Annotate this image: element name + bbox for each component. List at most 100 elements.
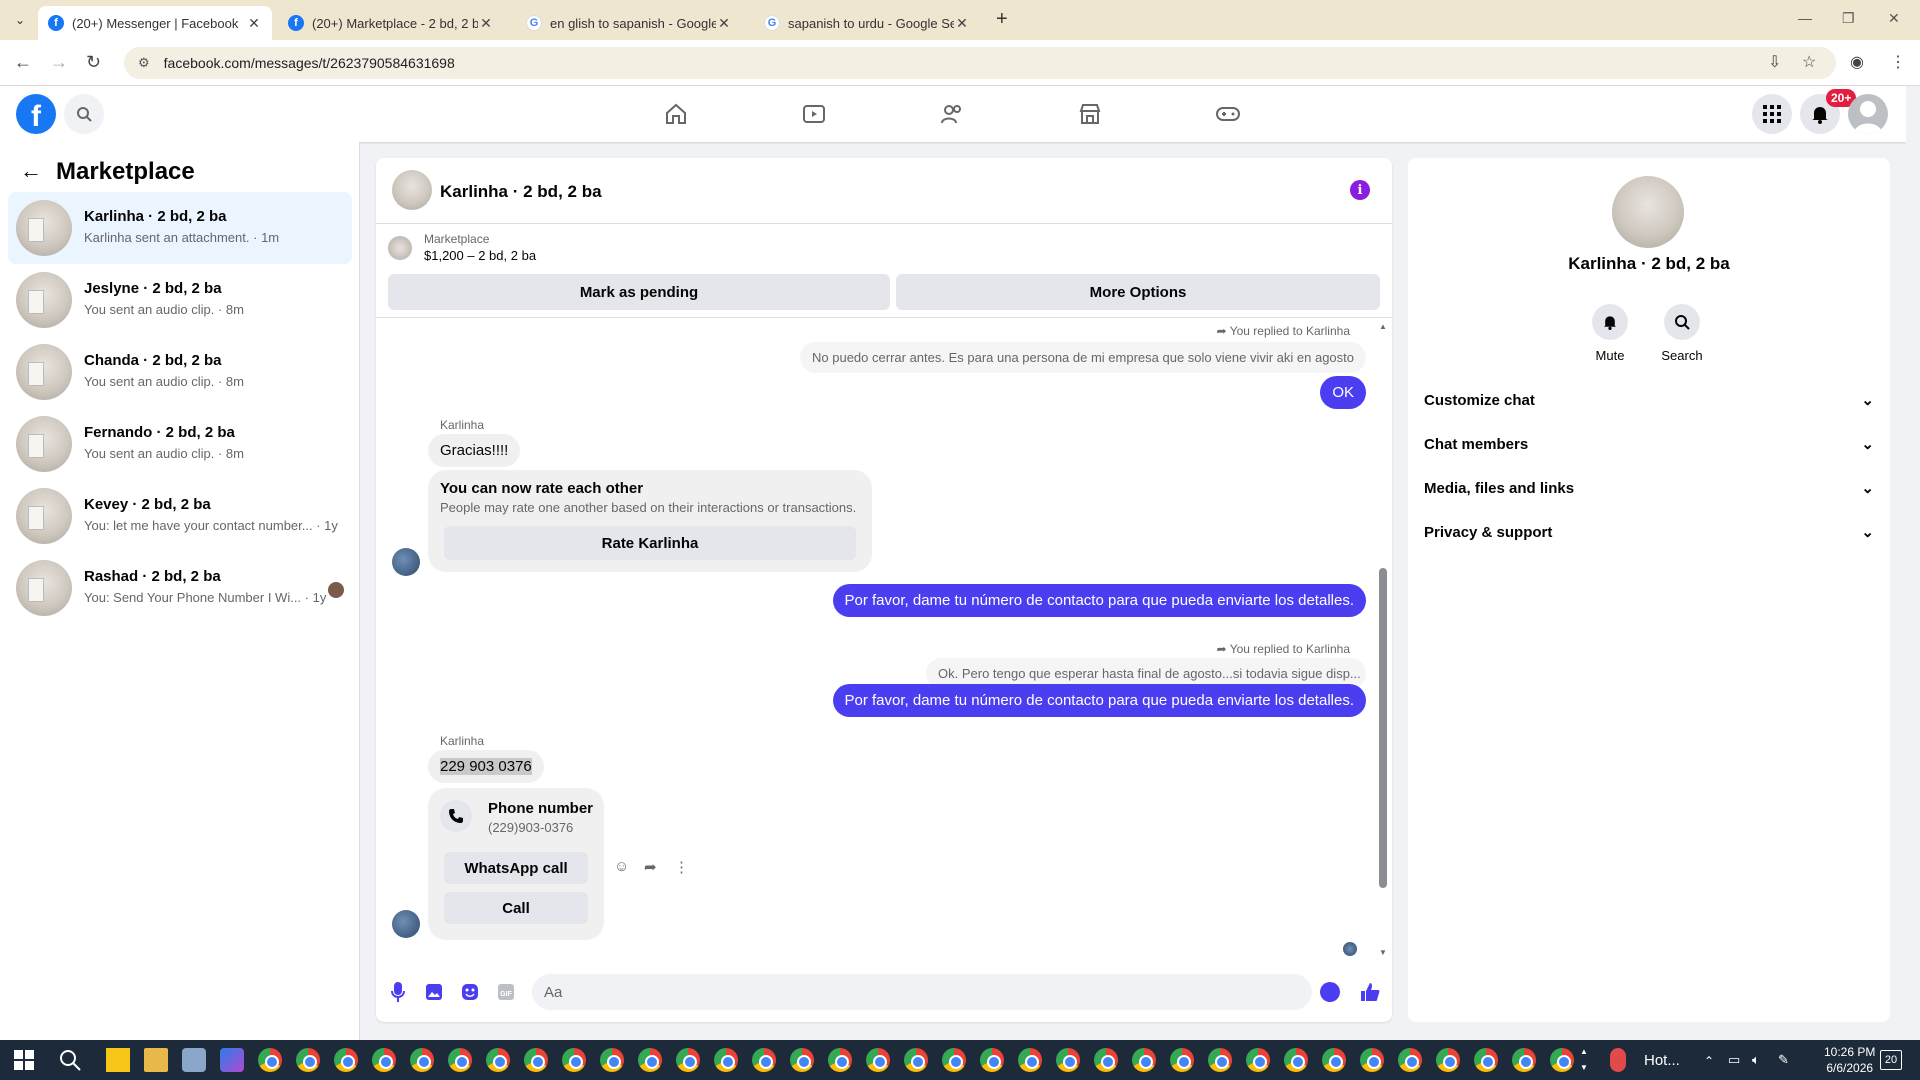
- page-scrollbar[interactable]: [1906, 86, 1920, 1040]
- chrome-icon[interactable]: [562, 1048, 586, 1072]
- profile-icon[interactable]: ◉: [1850, 52, 1864, 72]
- chrome-icon[interactable]: [1056, 1048, 1080, 1072]
- chrome-icon[interactable]: [486, 1048, 510, 1072]
- minimize-icon[interactable]: —: [1798, 10, 1812, 26]
- info-icon[interactable]: i: [1350, 180, 1370, 200]
- rate-button[interactable]: Rate Karlinha: [444, 526, 856, 560]
- sticker-icon[interactable]: [460, 982, 480, 1002]
- chrome-icon[interactable]: [258, 1048, 282, 1072]
- chrome-icon[interactable]: [600, 1048, 624, 1072]
- back-arrow-icon[interactable]: ←: [14, 52, 32, 73]
- tray-overflow-icon[interactable]: ⌃: [1704, 1054, 1714, 1068]
- chrome-icon[interactable]: [1208, 1048, 1232, 1072]
- photo-icon[interactable]: [424, 982, 444, 1002]
- outgoing-message[interactable]: Por favor, dame tu número de contacto pa…: [832, 684, 1366, 717]
- friends-icon[interactable]: [936, 98, 968, 130]
- reload-icon[interactable]: ↻: [86, 52, 101, 73]
- browser-tab[interactable]: f (20+) Messenger | Facebook ✕: [38, 6, 272, 40]
- scroll-up-icon[interactable]: ▲: [1379, 322, 1387, 331]
- conversation-item[interactable]: Karlinha · 2 bd, 2 ba Karlinha sent an a…: [8, 192, 352, 264]
- whatsapp-call-button[interactable]: WhatsApp call: [444, 852, 588, 884]
- chrome-icon[interactable]: [1512, 1048, 1536, 1072]
- chat-members-section[interactable]: Chat members ⌄: [1424, 422, 1874, 466]
- sender-avatar[interactable]: [392, 910, 420, 938]
- close-icon[interactable]: ✕: [478, 15, 494, 32]
- more-options-button[interactable]: More Options: [896, 274, 1380, 310]
- gaming-icon[interactable]: [1212, 98, 1244, 130]
- like-thumb-icon[interactable]: [1360, 982, 1380, 1002]
- message-input[interactable]: Aa: [532, 974, 1312, 1010]
- back-arrow-icon[interactable]: ←: [20, 158, 42, 184]
- chrome-icon[interactable]: [904, 1048, 928, 1072]
- menu-grid-icon[interactable]: [1752, 94, 1792, 134]
- conversation-item[interactable]: Rashad · 2 bd, 2 ba You: Send Your Phone…: [8, 552, 352, 624]
- url-field[interactable]: ⚙ facebook.com/messages/t/26237905846316…: [124, 47, 1836, 79]
- chrome-icon[interactable]: [1132, 1048, 1156, 1072]
- browser-menu-icon[interactable]: ⋮: [1890, 52, 1906, 72]
- privacy-support-section[interactable]: Privacy & support ⌄: [1424, 510, 1874, 554]
- chrome-icon[interactable]: [372, 1048, 396, 1072]
- conversation-item[interactable]: Jeslyne · 2 bd, 2 ba You sent an audio c…: [8, 264, 352, 336]
- chrome-icon[interactable]: [1398, 1048, 1422, 1072]
- mute-action[interactable]: Mute: [1580, 304, 1640, 363]
- react-emoji-icon[interactable]: ☺: [614, 858, 629, 875]
- message-scrollbar[interactable]: ▲ ▼: [1379, 322, 1387, 957]
- chrome-icon[interactable]: [1284, 1048, 1308, 1072]
- install-app-icon[interactable]: ⇩: [1768, 52, 1781, 72]
- search-action[interactable]: Search: [1652, 304, 1712, 363]
- notification-center-icon[interactable]: 20: [1880, 1050, 1902, 1070]
- scroll-down-icon[interactable]: ▼: [1379, 948, 1387, 957]
- chrome-icon[interactable]: [1550, 1048, 1574, 1072]
- close-icon[interactable]: ✕: [716, 15, 732, 32]
- conversation-item[interactable]: Chanda · 2 bd, 2 ba You sent an audio cl…: [8, 336, 352, 408]
- forward-arrow-icon[interactable]: →: [50, 52, 68, 73]
- site-info-icon[interactable]: ⚙: [138, 55, 150, 71]
- taskbar-clock[interactable]: 10:26 PM 6/6/2026: [1824, 1044, 1875, 1076]
- conversation-item[interactable]: Kevey · 2 bd, 2 ba You: let me have your…: [8, 480, 352, 552]
- more-actions-icon[interactable]: ⋮: [674, 858, 689, 876]
- search-icon[interactable]: [64, 94, 104, 134]
- reply-icon[interactable]: ➦: [644, 858, 657, 876]
- weather-text[interactable]: Hot...: [1644, 1052, 1680, 1069]
- chrome-icon[interactable]: [1246, 1048, 1270, 1072]
- browser-tab[interactable]: f (20+) Marketplace - 2 bd, 2 ba ✕: [278, 6, 504, 40]
- new-tab-button[interactable]: +: [996, 8, 1008, 31]
- window-close-icon[interactable]: ✕: [1888, 10, 1900, 27]
- chrome-icon[interactable]: [410, 1048, 434, 1072]
- app-icon[interactable]: [182, 1048, 206, 1072]
- chat-title[interactable]: Karlinha · 2 bd, 2 ba: [440, 182, 602, 202]
- chrome-icon[interactable]: [828, 1048, 852, 1072]
- close-icon[interactable]: ✕: [954, 15, 970, 32]
- chrome-icon[interactable]: [334, 1048, 358, 1072]
- customize-chat-section[interactable]: Customize chat ⌄: [1424, 378, 1874, 422]
- chrome-icon[interactable]: [980, 1048, 1004, 1072]
- marketplace-icon[interactable]: [1074, 98, 1106, 130]
- browser-tab[interactable]: G sapanish to urdu - Google Sear ✕: [754, 6, 980, 40]
- microphone-icon[interactable]: [388, 982, 408, 1002]
- home-icon[interactable]: [660, 98, 692, 130]
- browser-tab[interactable]: G en glish to sapanish - Google Se ✕: [516, 6, 742, 40]
- facebook-logo[interactable]: f: [16, 94, 56, 134]
- chrome-icon[interactable]: [1360, 1048, 1384, 1072]
- chrome-icon[interactable]: [1474, 1048, 1498, 1072]
- call-button[interactable]: Call: [444, 892, 588, 924]
- chrome-icon[interactable]: [1436, 1048, 1460, 1072]
- quoted-message[interactable]: No puedo cerrar antes. Es para una perso…: [800, 342, 1366, 373]
- details-avatar[interactable]: [1612, 176, 1684, 248]
- gif-icon[interactable]: GIF: [496, 982, 516, 1002]
- incoming-message[interactable]: Gracias!!!!: [428, 434, 521, 467]
- chrome-icon[interactable]: [638, 1048, 662, 1072]
- chrome-icon[interactable]: [524, 1048, 548, 1072]
- network-icon[interactable]: ▭: [1728, 1052, 1740, 1068]
- listing-price[interactable]: $1,200 – 2 bd, 2 ba: [424, 248, 536, 263]
- conversation-item[interactable]: Fernando · 2 bd, 2 ba You sent an audio …: [8, 408, 352, 480]
- scrollbar-thumb[interactable]: [1379, 568, 1387, 888]
- mark-as-pending-button[interactable]: Mark as pending: [388, 274, 890, 310]
- chrome-icon[interactable]: [1018, 1048, 1042, 1072]
- chrome-icon[interactable]: [1094, 1048, 1118, 1072]
- taskbar-scroll-arrows[interactable]: ▲ ▼: [1580, 1044, 1588, 1076]
- chrome-icon[interactable]: [752, 1048, 776, 1072]
- windows-start-icon[interactable]: [12, 1048, 36, 1072]
- volume-muted-icon[interactable]: 🔈︎: [1752, 1052, 1760, 1068]
- pen-icon[interactable]: ✎: [1778, 1052, 1789, 1068]
